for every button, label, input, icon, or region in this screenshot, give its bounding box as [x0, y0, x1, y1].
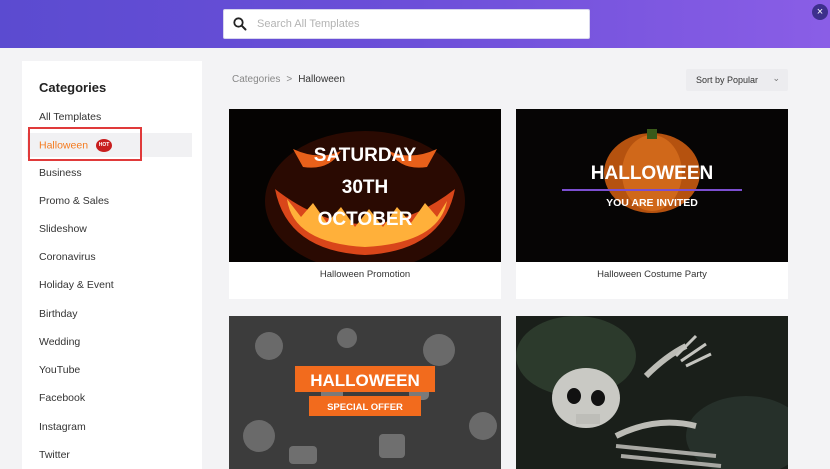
sidebar-item-twitter[interactable]: Twitter [39, 449, 70, 461]
template-thumbnail: HALLOWEEN YOU ARE INVITED [516, 109, 788, 262]
category-sidebar: Categories All Templates Halloween HOT Bu… [22, 61, 202, 469]
template-card-halloween-special-offer[interactable]: HALLOWEEN SPECIAL OFFER [229, 316, 501, 469]
template-card-halloween-costume-party[interactable]: HALLOWEEN YOU ARE INVITED Halloween Cost… [516, 109, 788, 299]
thumb-text-saturday: SATURDAY [314, 145, 417, 166]
thumb-text-halloween: HALLOWEEN [591, 163, 713, 184]
sidebar-item-slideshow[interactable]: Slideshow [39, 223, 87, 235]
breadcrumb-current: Halloween [298, 74, 345, 85]
template-thumbnail: HALLOWEEN SPECIAL OFFER [229, 316, 501, 469]
chevron-down-icon: ⌄ [772, 73, 780, 83]
pumpkin-image: HALLOWEEN YOU ARE INVITED [516, 109, 788, 262]
sort-dropdown[interactable]: Sort by Popular ⌄ [686, 69, 788, 91]
search-icon [233, 17, 247, 31]
sidebar-item-all-templates[interactable]: All Templates [39, 111, 101, 123]
breadcrumb: Categories > Halloween [232, 74, 345, 85]
sidebar-item-facebook[interactable]: Facebook [39, 392, 85, 404]
sidebar-item-youtube[interactable]: YouTube [39, 364, 80, 376]
sidebar-item-business[interactable]: Business [39, 167, 82, 179]
template-thumbnail: SATURDAY 30TH OCTOBER [229, 109, 501, 262]
thumb-text-halloween: HALLOWEEN [310, 371, 420, 390]
sidebar-item-instagram[interactable]: Instagram [39, 421, 86, 433]
skeleton-image [516, 316, 788, 469]
thumb-text-special-offer: SPECIAL OFFER [327, 402, 403, 413]
sidebar-item-promo-sales[interactable]: Promo & Sales [39, 195, 109, 207]
sidebar-item-coronavirus[interactable]: Coronavirus [39, 251, 96, 263]
sidebar-item-birthday[interactable]: Birthday [39, 308, 78, 320]
pumpkin-face-image: SATURDAY 30TH OCTOBER [229, 109, 501, 262]
header-bar [0, 0, 830, 48]
sort-label: Sort by Popular [696, 75, 759, 85]
sidebar-title: Categories [39, 80, 107, 95]
template-card-halloween-promotion[interactable]: SATURDAY 30TH OCTOBER Halloween Promotio… [229, 109, 501, 299]
thumb-text-date: 30TH [342, 177, 388, 198]
thumb-text-invited: YOU ARE INVITED [606, 197, 698, 209]
sidebar-item-holiday-event[interactable]: Holiday & Event [39, 279, 114, 291]
search-input[interactable] [257, 10, 577, 38]
breadcrumb-root[interactable]: Categories [232, 74, 280, 85]
close-button[interactable]: × [812, 4, 828, 20]
search-bar[interactable] [223, 9, 590, 39]
template-card-skeleton[interactable] [516, 316, 788, 469]
highlight-annotation [28, 127, 142, 161]
thumb-text-month: OCTOBER [318, 209, 413, 230]
halloween-doodle-image: HALLOWEEN SPECIAL OFFER [229, 316, 501, 469]
template-thumbnail [516, 316, 788, 469]
sidebar-item-wedding[interactable]: Wedding [39, 336, 80, 348]
template-title: Halloween Promotion [319, 269, 411, 280]
template-title: Halloween Costume Party [597, 269, 707, 280]
close-icon: × [816, 6, 824, 18]
breadcrumb-separator: > [286, 74, 293, 85]
